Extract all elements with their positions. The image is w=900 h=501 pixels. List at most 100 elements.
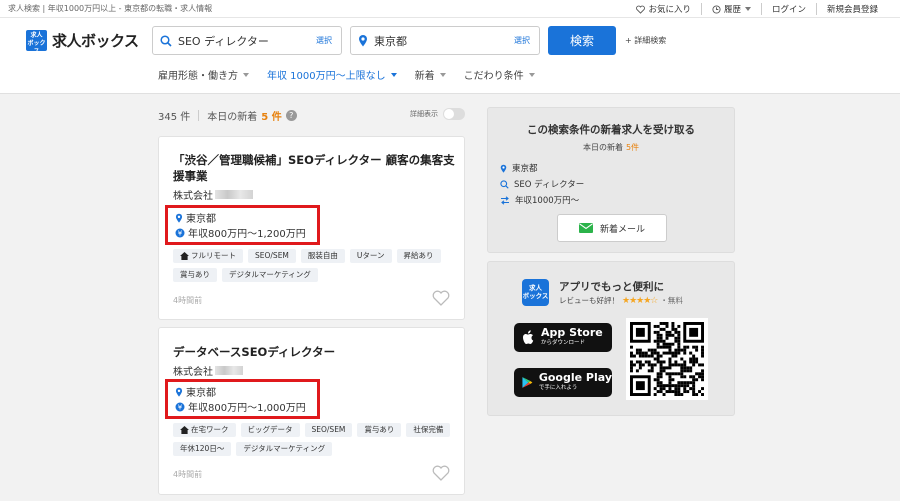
alert-conditions: 東京都 SEO ディレクター 年収1000万円〜 [500, 160, 584, 208]
tag-label: 在宅ワーク [191, 425, 229, 434]
keyword-select-link[interactable]: 選択 [316, 35, 332, 46]
toggle-switch[interactable] [443, 108, 465, 120]
search-button[interactable]: 検索 [548, 26, 616, 55]
tag: フルリモート [173, 249, 243, 263]
location-select-link[interactable]: 選択 [514, 35, 530, 46]
review-label: レビューも好評！ [559, 296, 619, 305]
svg-text:¥: ¥ [178, 229, 183, 237]
job-card[interactable]: データベースSEOディレクター 株式会社 東京都 ¥ 年収800万円〜1,000万… [158, 327, 465, 495]
job-title[interactable]: 「渋谷／管理職候補」SEOディレクター 顧客の集客支援事業 [173, 152, 458, 184]
logo[interactable]: 求人 ボックス 求人ボックス [26, 30, 139, 55]
mail-button-label: 新着メール [599, 224, 645, 235]
job-salary: 年収800万円〜1,200万円 [188, 229, 306, 240]
detail-view-toggle[interactable]: 詳細表示 [410, 108, 465, 120]
posted-time: 4時間前 [173, 470, 203, 479]
today-new-count[interactable]: 5 件 [261, 108, 281, 123]
blurred-company-name [215, 366, 243, 375]
result-count-row: 345 件 本日の新着 5 件 ? [158, 108, 297, 123]
search-icon [500, 179, 509, 189]
filter-preferences[interactable]: こだわり条件 [464, 67, 535, 82]
filter-label: 年収 1000万円〜上限なし [267, 71, 386, 82]
qr-code [626, 318, 708, 400]
login-link[interactable]: ログイン [760, 3, 816, 15]
app-store-button[interactable]: App Store からダウンロード [514, 323, 612, 352]
app-icon: 求人 ボックス [522, 279, 549, 306]
today-new-label: 本日の新着 [207, 112, 258, 123]
google-play-button[interactable]: Google Play で手に入れよう [514, 368, 612, 397]
google-play-title: Google Play [538, 370, 612, 384]
job-title[interactable]: データベースSEOディレクター [173, 344, 458, 360]
app-store-title: App Store [541, 325, 603, 339]
filter-bar: 雇用形態・働き方 年収 1000万円〜上限なし 新着 こだわり条件 [158, 67, 553, 82]
blurred-company-name [215, 190, 253, 199]
result-count: 345 件 [158, 112, 191, 123]
chevron-down-icon [390, 72, 397, 77]
tag-list: フルリモート SEO/SEM 服装自由 Uターン 昇給あり 賞与あり デジタルマ… [173, 249, 463, 287]
tag: ビッグデータ [240, 423, 300, 437]
alert-new-count: 5件 [625, 143, 640, 152]
posted-time: 4時間前 [173, 296, 203, 305]
register-link[interactable]: 新規会員登録 [815, 3, 888, 15]
filter-label: 雇用形態・働き方 [158, 71, 238, 82]
alert-title: この検索条件の新着求人を受け取る [527, 124, 695, 136]
tag: SEO/SEM [304, 423, 353, 437]
alert-keyword: SEO ディレクター [514, 180, 585, 190]
detail-toggle-label: 詳細表示 [410, 110, 438, 118]
tag: 在宅ワーク [173, 423, 236, 437]
mail-icon [578, 223, 593, 233]
history-label: 履歴 [723, 5, 741, 15]
filter-new[interactable]: 新着 [415, 67, 446, 82]
logo-text: 求人ボックス [52, 32, 139, 50]
rating-stars-icon: ★★★★☆ [622, 295, 658, 306]
tag: デジタルマーケティング [222, 268, 318, 282]
tag: デジタルマーケティング [236, 442, 333, 456]
new-mail-button[interactable]: 新着メール [557, 214, 667, 242]
location-pin-icon [359, 35, 367, 47]
heart-icon [636, 5, 646, 14]
tag: 昇給あり [396, 249, 441, 263]
tag: Uターン [349, 249, 392, 263]
location-search-box[interactable]: 東京都 選択 [350, 26, 540, 55]
keyword-input[interactable]: SEO ディレクター [178, 33, 316, 49]
location-input[interactable]: 東京都 [374, 33, 514, 49]
job-card[interactable]: 「渋谷／管理職候補」SEOディレクター 顧客の集客支援事業 株式会社 東京都 ¥… [158, 136, 465, 320]
yen-icon: ¥ [175, 228, 185, 237]
alert-today-new: 本日の新着 5件 [488, 142, 734, 153]
svg-text:¥: ¥ [178, 403, 183, 411]
filter-label: 新着 [414, 71, 435, 82]
alert-salary: 年収1000万円〜 [515, 196, 580, 206]
header: 求人 ボックス 求人ボックス SEO ディレクター 選択 東京都 選択 検索 + … [0, 18, 900, 94]
company-label: 株式会社 [173, 367, 213, 378]
qr-code-icon [630, 322, 704, 396]
login-label: ログイン [771, 5, 806, 15]
favorite-heart-icon[interactable] [432, 290, 450, 306]
filter-label: こだわり条件 [463, 71, 524, 82]
filter-employment-type[interactable]: 雇用形態・働き方 [158, 67, 249, 82]
top-links: お気に入り 履歴 ログイン 新規会員登録 [626, 3, 888, 15]
yen-icon: ¥ [175, 402, 185, 411]
keyword-search-box[interactable]: SEO ディレクター 選択 [152, 26, 342, 55]
favorite-heart-icon[interactable] [432, 465, 450, 481]
logo-mark: 求人 ボックス [26, 30, 47, 55]
company-name: 株式会社 [173, 187, 253, 202]
chevron-down-icon [528, 72, 535, 77]
favorites-link[interactable]: お気に入り [626, 3, 701, 15]
google-play-subtitle: で手に入れよう [538, 384, 578, 391]
divider [198, 110, 200, 121]
apple-icon [523, 330, 534, 344]
transfer-icon [501, 195, 509, 205]
job-salary: 年収800万円〜1,000万円 [188, 403, 306, 414]
filter-salary[interactable]: 年収 1000万円〜上限なし [267, 67, 397, 82]
tag: 年休120日〜 [173, 442, 232, 456]
tag-list: 在宅ワーク ビッグデータ SEO/SEM 賞与あり 社保完備 年休120日〜 デ… [173, 423, 463, 461]
tag-label: フルリモート [191, 251, 236, 260]
favorites-label: お気に入り [648, 5, 691, 15]
company-label: 株式会社 [173, 191, 213, 202]
job-alert-panel: この検索条件の新着求人を受け取る 本日の新着 5件 東京都 SEO ディレクター … [487, 107, 735, 253]
location-pin-icon [175, 387, 183, 397]
help-icon[interactable]: ? [285, 110, 297, 121]
advanced-search-link[interactable]: + 詳細検索 [625, 35, 666, 46]
history-link[interactable]: 履歴 [700, 3, 761, 15]
job-info: 東京都 ¥ 年収800万円〜1,000万円 [175, 384, 306, 414]
home-icon [180, 252, 189, 260]
